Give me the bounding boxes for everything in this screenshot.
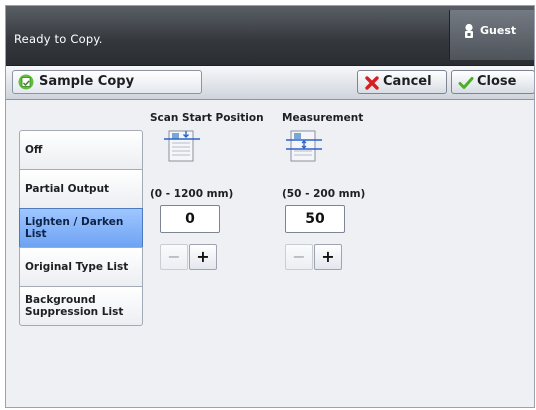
cancel-button-label: Cancel <box>383 74 432 89</box>
measurement-decrease-button[interactable]: − <box>285 244 313 270</box>
measurement-increase-button[interactable]: + <box>314 244 342 270</box>
copier-screen: Ready to Copy. Guest Sample Copy Cancel <box>5 5 535 408</box>
measurement-title: Measurement <box>282 112 364 124</box>
status-message: Ready to Copy. <box>14 32 103 46</box>
option-background-suppression-list[interactable]: Background Suppression List <box>19 286 143 326</box>
scan-start-increase-button[interactable]: + <box>189 244 217 270</box>
scan-start-position-icon <box>164 130 200 162</box>
close-button-label: Close <box>477 74 517 89</box>
measurement-icon <box>286 130 322 162</box>
option-lighten-darken-list-label: Lighten / Darken List <box>25 216 124 240</box>
option-original-type-list[interactable]: Original Type List <box>19 247 143 286</box>
option-background-suppression-list-label: Background Suppression List <box>25 294 124 318</box>
scan-start-title: Scan Start Position <box>150 112 264 124</box>
checkmark-icon <box>458 77 474 89</box>
status-bar: Ready to Copy. Guest <box>6 6 534 66</box>
user-icon <box>465 23 473 38</box>
measurement-range: (50 - 200 mm) <box>282 188 366 200</box>
scan-start-range: (0 - 1200 mm) <box>150 188 234 200</box>
option-partial-output-label: Partial Output <box>25 183 110 195</box>
sample-copy-options-list: Off Partial Output Lighten / Darken List… <box>19 130 143 326</box>
cancel-button[interactable]: Cancel <box>357 70 447 94</box>
option-off[interactable]: Off <box>19 130 143 169</box>
feature-title: Sample Copy <box>12 70 202 94</box>
option-partial-output[interactable]: Partial Output <box>19 169 143 208</box>
cancel-x-icon <box>365 76 379 90</box>
scan-start-decrease-button[interactable]: − <box>160 244 188 270</box>
option-off-label: Off <box>25 144 43 156</box>
guest-login-button[interactable]: Guest <box>449 10 534 60</box>
close-button[interactable]: Close <box>451 70 534 94</box>
scan-start-value-field[interactable]: 0 <box>160 205 220 233</box>
option-original-type-list-label: Original Type List <box>25 261 129 273</box>
guest-label: Guest <box>480 24 517 37</box>
sample-copy-icon <box>18 74 34 90</box>
measurement-value-field[interactable]: 50 <box>285 205 345 233</box>
feature-title-label: Sample Copy <box>39 74 135 89</box>
title-bar: Sample Copy Cancel Close <box>6 66 534 100</box>
option-lighten-darken-list[interactable]: Lighten / Darken List <box>19 208 143 247</box>
